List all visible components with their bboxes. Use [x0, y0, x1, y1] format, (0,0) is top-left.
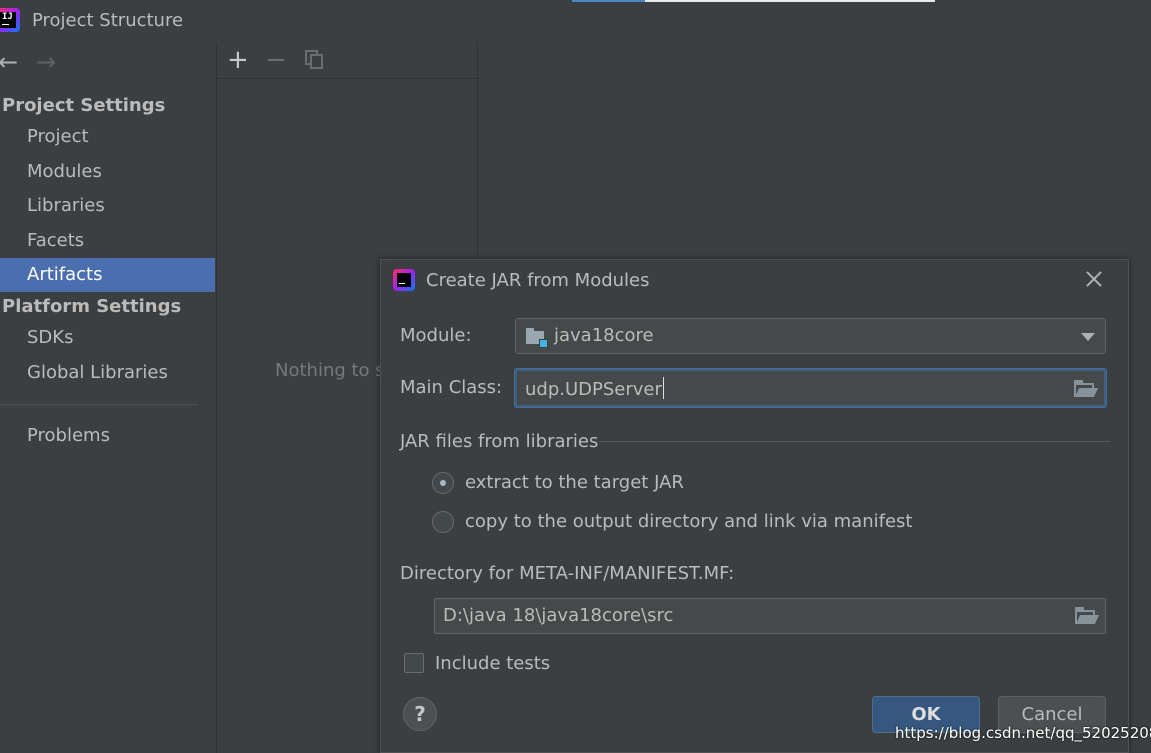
- title-bar: IJ Project Structure: [0, 0, 1151, 42]
- copy-icon[interactable]: [305, 50, 325, 70]
- include-tests-label[interactable]: Include tests: [435, 653, 550, 674]
- group-divider: [599, 441, 1110, 442]
- tab-indicator: [645, 0, 935, 2]
- browse-folder-icon[interactable]: [1074, 380, 1099, 398]
- help-button[interactable]: ?: [403, 697, 437, 731]
- watermark-text: https://blog.csdn.net/qq_52025208: [895, 724, 1151, 742]
- create-jar-dialog: Create JAR from Modules Module: java18co…: [380, 259, 1129, 753]
- text-caret: [662, 377, 664, 399]
- manifest-dir-input[interactable]: D:\java 18\java18core\src: [434, 598, 1106, 634]
- sidebar-item-sdks[interactable]: SDKs: [0, 321, 215, 355]
- sidebar-item-facets[interactable]: Facets: [0, 224, 215, 258]
- add-icon[interactable]: +: [227, 46, 249, 74]
- dialog-title: Create JAR from Modules: [426, 270, 650, 291]
- extract-radio-label[interactable]: extract to the target JAR: [465, 472, 684, 493]
- remove-icon[interactable]: −: [265, 46, 287, 74]
- jar-files-group-title: JAR files from libraries: [400, 431, 599, 452]
- window-title: Project Structure: [32, 10, 184, 31]
- intellij-logo-icon: IJ: [0, 8, 20, 32]
- intellij-logo-icon: [393, 269, 415, 291]
- forward-arrow-icon[interactable]: →: [36, 50, 56, 74]
- main-class-label: Main Class:: [400, 377, 503, 398]
- copy-link-radio[interactable]: [432, 511, 454, 533]
- main-class-input-value: udp.UDPServer: [525, 379, 662, 400]
- sidebar-item-artifacts[interactable]: Artifacts: [0, 258, 215, 292]
- module-folder-icon: [526, 328, 548, 348]
- module-label: Module:: [400, 325, 472, 346]
- browse-folder-icon[interactable]: [1075, 607, 1100, 625]
- chevron-down-icon: [1081, 333, 1095, 341]
- logo-text: IJ: [0, 12, 16, 28]
- manifest-dir-label: Directory for META-INF/MANIFEST.MF:: [400, 563, 735, 584]
- empty-state-text: Nothing to s: [275, 360, 385, 381]
- sidebar-item-global-libraries[interactable]: Global Libraries: [0, 356, 215, 390]
- module-select-value: java18core: [554, 325, 654, 346]
- include-tests-checkbox[interactable]: [404, 653, 424, 673]
- artifacts-toolbar: + −: [217, 42, 479, 79]
- section-header-platform-settings: Platform Settings: [2, 296, 182, 317]
- back-arrow-icon[interactable]: ←: [0, 50, 18, 74]
- section-header-project-settings: Project Settings: [2, 95, 166, 116]
- extract-radio[interactable]: [432, 472, 454, 494]
- close-icon[interactable]: [1081, 266, 1107, 292]
- copy-link-radio-label[interactable]: copy to the output directory and link vi…: [465, 511, 912, 532]
- main-class-input[interactable]: udp.UDPServer: [515, 369, 1106, 407]
- tab-indicator-active: [572, 0, 645, 2]
- manifest-dir-input-value: D:\java 18\java18core\src: [443, 605, 674, 626]
- sidebar-item-problems[interactable]: Problems: [0, 419, 215, 453]
- sidebar-item-libraries[interactable]: Libraries: [0, 189, 215, 223]
- module-select[interactable]: java18core: [515, 318, 1106, 354]
- sidebar-divider: [0, 404, 198, 405]
- sidebar-item-project[interactable]: Project: [0, 120, 215, 154]
- sidebar-item-modules[interactable]: Modules: [0, 155, 215, 189]
